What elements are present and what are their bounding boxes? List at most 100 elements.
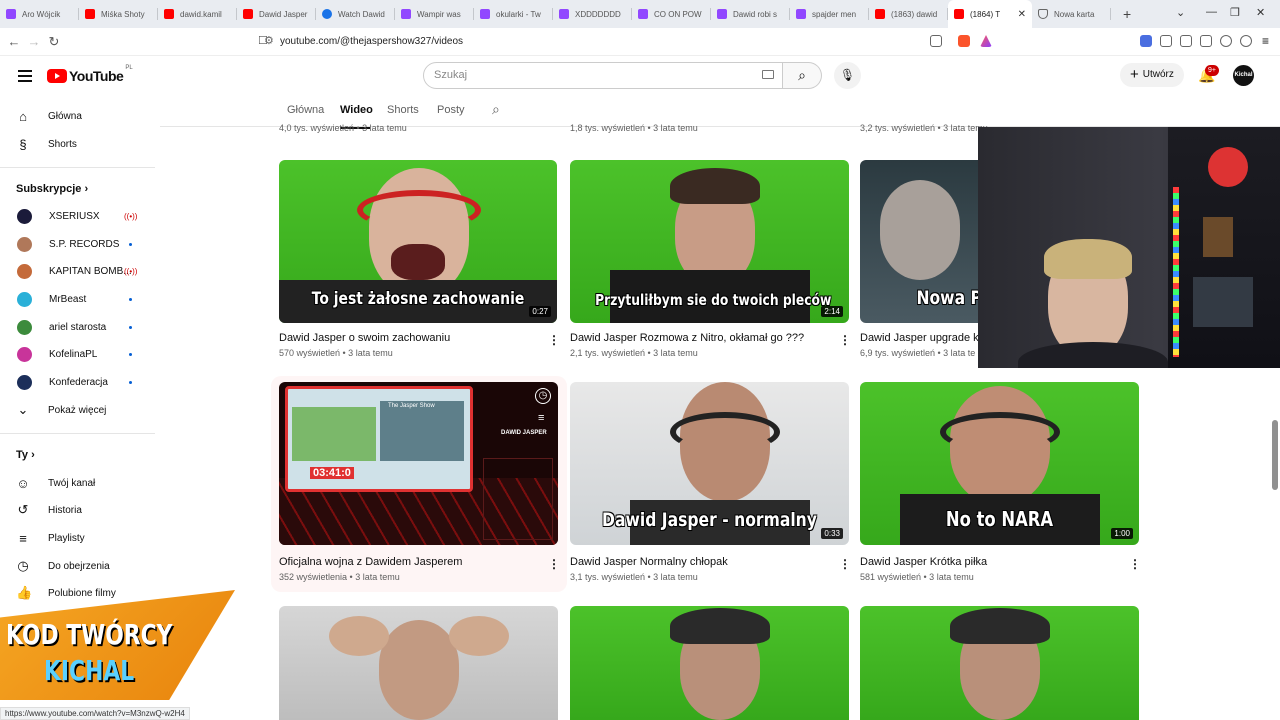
avatar[interactable]: Kichal	[1233, 65, 1254, 86]
edge-icon	[322, 9, 332, 19]
wallet-icon[interactable]	[1200, 35, 1212, 47]
video-title[interactable]: Dawid Jasper Rozmowa z Nitro, okłamał go…	[570, 332, 804, 344]
video-thumbnail[interactable]: Nowa P	[860, 160, 978, 323]
new-tab-button[interactable]: +	[1123, 6, 1131, 22]
browser-menu-icon[interactable]: ≡	[1262, 34, 1269, 48]
sidebar-item-subscription[interactable]: MrBeast	[0, 285, 155, 313]
vpn-icon[interactable]	[1240, 35, 1252, 47]
url-field[interactable]: youtube.com/@thejaspershow327/videos	[280, 28, 463, 56]
search-button[interactable]: ⌕	[783, 62, 822, 89]
video-thumbnail[interactable]	[860, 606, 1139, 720]
site-info-icon[interactable]: ⚙	[264, 34, 274, 47]
hamburger-menu-icon[interactable]	[18, 70, 32, 82]
reload-icon[interactable]: ↻	[44, 34, 64, 50]
twitch-icon	[717, 9, 727, 19]
back-icon[interactable]: ←	[4, 34, 24, 49]
more-options-icon[interactable]: ⋮	[548, 557, 560, 571]
sidebar-item-home[interactable]: ⌂ Główna	[0, 102, 155, 130]
video-thumbnail[interactable]	[279, 606, 558, 720]
tab-shorts[interactable]: Shorts	[387, 104, 419, 116]
sidebar-item-subscription[interactable]: ariel starosta	[0, 313, 155, 341]
more-options-icon[interactable]: ⋮	[548, 333, 560, 347]
browser-tab[interactable]: (1863) dawid	[869, 0, 948, 28]
restore-icon[interactable]: ❐	[1230, 6, 1240, 19]
tab-videos[interactable]: Wideo	[340, 104, 373, 116]
avatar	[17, 374, 32, 390]
live-icon: ((•))	[124, 211, 138, 221]
minimize-icon[interactable]: —	[1206, 6, 1217, 18]
sidebar-item-playlists[interactable]: ≡ Playlisty	[0, 524, 155, 552]
sidebar-item-subscription[interactable]: S.P. RECORDS	[0, 230, 155, 258]
twitch-icon	[638, 9, 648, 19]
cast-icon[interactable]	[930, 35, 942, 47]
sidebar-item-history[interactable]: ↺ Historia	[0, 496, 155, 524]
youtube-play-icon	[47, 69, 67, 83]
creator-code-title: KOD TWÓRCY	[6, 618, 173, 651]
tab-home[interactable]: Główna	[287, 104, 324, 116]
video-title[interactable]: Oficjalna wojna z Dawidem Jasperem	[279, 556, 462, 568]
browser-tab[interactable]: spajder men	[790, 0, 869, 28]
browser-tab-active[interactable]: (1864) T ✕	[948, 0, 1032, 28]
scrollbar-thumb[interactable]	[1272, 420, 1278, 490]
brave-shield-icon[interactable]	[958, 35, 970, 47]
browser-tab[interactable]: okularki - Tw	[474, 0, 553, 28]
leo-icon[interactable]	[1220, 35, 1232, 47]
browser-tab[interactable]: XDDDDDDD	[553, 0, 632, 28]
tab-posts[interactable]: Posty	[437, 104, 465, 116]
sidebar-item-your-channel[interactable]: ☺ Twój kanał	[0, 469, 155, 497]
youtube-icon	[875, 9, 885, 19]
you-heading[interactable]: Ty ›	[16, 449, 35, 461]
translate-icon[interactable]	[1140, 35, 1152, 47]
browser-tab[interactable]: dawid.kamil	[158, 0, 237, 28]
rewards-icon[interactable]	[980, 35, 992, 47]
extensions-icon[interactable]	[1160, 35, 1172, 47]
video-thumbnail[interactable]: To jest żałosne zachowanie 0:27	[279, 160, 557, 323]
video-thumbnail[interactable]: No to NARA 1:00	[860, 382, 1139, 545]
more-options-icon[interactable]: ⋮	[839, 333, 851, 347]
keyboard-icon[interactable]	[762, 70, 774, 79]
sidebar-icon[interactable]	[1180, 35, 1192, 47]
browser-tab[interactable]: Nowa karta	[1032, 0, 1111, 28]
sidebar-item-shorts[interactable]: § Shorts	[0, 130, 155, 158]
search-input[interactable]: Szukaj	[423, 62, 783, 89]
voice-search-button[interactable]: 🎙	[834, 62, 861, 89]
browser-tab[interactable]: Dawid robi s	[711, 0, 790, 28]
sidebar-item-subscription[interactable]: XSERIUSX ((•))	[0, 202, 155, 230]
browser-tab[interactable]: Dawid Jasper	[237, 0, 316, 28]
browser-tab[interactable]: Miśka Shoty	[79, 0, 158, 28]
youtube-icon	[954, 9, 964, 19]
close-window-icon[interactable]: ✕	[1256, 6, 1265, 19]
tab-search-icon[interactable]: ⌄	[1176, 6, 1185, 19]
show-more-button[interactable]: ⌄ Pokaż więcej	[0, 396, 155, 424]
subscriptions-heading[interactable]: Subskrypcje ›	[16, 183, 88, 195]
video-thumbnail[interactable]: The Jasper Show 03:41:0 DAWID JASPER ◷ ≡	[279, 382, 558, 545]
sidebar-divider	[0, 167, 155, 168]
thumbnail-caption: Dawid Jasper - normalny	[602, 509, 817, 531]
forward-icon[interactable]: →	[24, 34, 44, 49]
video-thumbnail[interactable]: Przytuliłbym sie do twoich pleców 2:14	[570, 160, 849, 323]
video-title[interactable]: Dawid Jasper Krótka piłka	[860, 556, 987, 568]
video-thumbnail[interactable]	[570, 606, 849, 720]
video-title[interactable]: Dawid Jasper upgrade ko	[860, 332, 978, 344]
add-to-queue-icon[interactable]: ≡	[538, 412, 544, 424]
video-thumbnail[interactable]: Dawid Jasper - normalny 0:33	[570, 382, 849, 545]
watch-later-icon[interactable]: ◷	[535, 388, 551, 404]
chevron-right-icon: ›	[84, 183, 89, 195]
browser-tab[interactable]: Watch Dawid	[316, 0, 395, 28]
new-content-dot	[129, 297, 132, 301]
close-tab-icon[interactable]: ✕	[1018, 9, 1026, 20]
sidebar-item-watch-later[interactable]: ◷ Do obejrzenia	[0, 552, 155, 580]
sidebar-item-subscription[interactable]: KAPITAN BOMB... ((•))	[0, 257, 155, 285]
youtube-logo[interactable]: YouTube PL	[47, 65, 133, 84]
browser-tab[interactable]: Wampir was	[395, 0, 474, 28]
more-options-icon[interactable]: ⋮	[839, 557, 851, 571]
channel-search-icon[interactable]: ⌕	[492, 101, 500, 118]
browser-tab[interactable]: CO ON POW	[632, 0, 711, 28]
video-title[interactable]: Dawid Jasper Normalny chłopak	[570, 556, 728, 568]
browser-tab[interactable]: Aro Wójcik	[0, 0, 79, 28]
sidebar-item-subscription[interactable]: Konfederacja	[0, 368, 155, 396]
more-options-icon[interactable]: ⋮	[1129, 557, 1141, 571]
video-title[interactable]: Dawid Jasper o swoim zachowaniu	[279, 332, 450, 344]
sidebar-item-subscription[interactable]: KofelinaPL	[0, 340, 155, 368]
create-button[interactable]: + Utwórz	[1120, 63, 1184, 87]
